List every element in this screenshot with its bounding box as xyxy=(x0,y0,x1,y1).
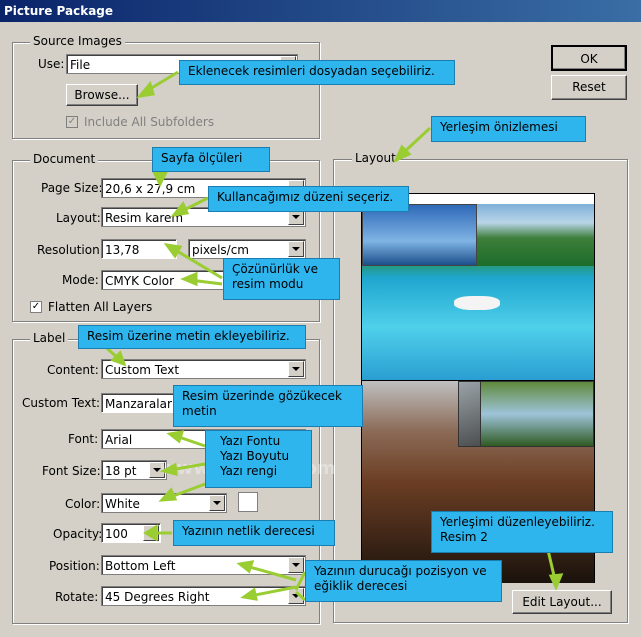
chevron-down-icon[interactable] xyxy=(288,588,304,604)
label-legend: Label xyxy=(30,331,69,345)
preview-image-small-top-left xyxy=(362,204,477,266)
callout-resolution-mode-line2: resim modu xyxy=(232,277,304,291)
preview-image-waterfall xyxy=(480,381,594,447)
rotate-label: Rotate: xyxy=(55,590,99,604)
layout-value: Resim karem xyxy=(105,211,184,225)
chevron-down-icon[interactable] xyxy=(209,495,225,511)
callout-font-line1: Yazı Fontu xyxy=(220,434,281,448)
window-title: Picture Package xyxy=(0,0,641,22)
position-value: Bottom Left xyxy=(105,559,176,573)
content-label: Content: xyxy=(47,363,99,377)
callout-custom-text-line2: metin xyxy=(182,404,217,418)
position-select[interactable]: Bottom Left xyxy=(101,555,306,575)
resolution-label: Resolution: xyxy=(37,243,104,257)
callout-opacity: Yazının netlik derecesi xyxy=(173,520,335,546)
opacity-value: 100 xyxy=(105,527,128,541)
font-value: Arial xyxy=(105,433,133,447)
callout-layout-preview: Yerleşim önizlemesi xyxy=(431,116,586,142)
callout-edit-layout-line1: Yerleşimi düzenleyebiliriz. xyxy=(440,515,595,529)
callout-source-images: Eklenecek resimleri dosyadan seçebiliriz… xyxy=(179,60,455,85)
callout-layout-select: Kullancağımız düzeni seçeriz. xyxy=(208,186,409,212)
chevron-down-icon[interactable] xyxy=(288,361,304,377)
preview-image-small-top-right xyxy=(477,204,594,266)
ok-button[interactable]: OK xyxy=(551,45,627,71)
mode-label: Mode: xyxy=(62,273,99,287)
resolution-unit-select[interactable]: pixels/cm xyxy=(188,239,306,259)
callout-edit-layout: Yerleşimi düzenleyebiliriz. Resim 2 xyxy=(431,511,613,553)
custom-text-label: Custom Text: xyxy=(22,396,101,410)
position-label: Position: xyxy=(49,559,100,573)
reset-button[interactable]: Reset xyxy=(551,75,627,100)
callout-page-size: Sayfa ölçüleri xyxy=(152,147,270,172)
font-size-value: 18 pt xyxy=(105,464,137,478)
font-size-select[interactable]: 18 pt xyxy=(101,460,167,480)
resolution-unit-value: pixels/cm xyxy=(192,243,249,257)
preview-boat xyxy=(454,296,500,310)
callout-position-rotate-line2: eğiklik derecesi xyxy=(314,579,408,593)
use-value: File xyxy=(70,58,91,72)
content-select[interactable]: Custom Text xyxy=(101,359,306,379)
rotate-value: 45 Degrees Right xyxy=(105,590,210,604)
color-value: White xyxy=(105,497,140,511)
flatten-layers-label: Flatten All Layers xyxy=(48,300,153,314)
opacity-input[interactable]: 100 xyxy=(101,523,161,543)
flatten-layers-checkbox[interactable]: ✓ xyxy=(30,301,42,313)
callout-custom-text: Resim üzerinde gözükecek metin xyxy=(173,385,363,427)
resolution-input[interactable]: 13,78 xyxy=(101,239,177,259)
callout-position-rotate-line1: Yazının durucağı pozisyon ve xyxy=(314,564,487,578)
callout-position-rotate: Yazının durucağı pozisyon ve eğiklik der… xyxy=(305,560,502,602)
chevron-down-icon[interactable] xyxy=(143,525,159,541)
font-size-label: Font Size: xyxy=(42,464,101,478)
color-label: Color: xyxy=(65,497,101,511)
layout-label: Layout: xyxy=(56,211,101,225)
source-images-legend: Source Images xyxy=(30,34,125,48)
include-subfolders-label: Include All Subfolders xyxy=(84,115,215,129)
layout-legend: Layout xyxy=(352,151,399,165)
callout-font-line3: Yazı rengi xyxy=(220,464,278,478)
page-size-label: Page Size: xyxy=(41,181,103,195)
callout-resolution-mode-line1: Çözünürlük ve xyxy=(232,262,318,276)
callout-edit-layout-line2: Resim 2 xyxy=(440,530,488,544)
chevron-down-icon[interactable] xyxy=(288,557,304,573)
browse-button[interactable]: Browse... xyxy=(66,84,138,106)
opacity-label: Opacity: xyxy=(53,527,103,541)
callout-content: Resim üzerine metin ekleyebiliriz. xyxy=(78,325,306,349)
chevron-down-icon[interactable] xyxy=(288,241,304,257)
edit-layout-button[interactable]: Edit Layout... xyxy=(512,590,612,614)
preview-image-lagoon xyxy=(362,204,594,380)
callout-custom-text-line1: Resim üzerinde gözükecek xyxy=(182,389,342,403)
color-select[interactable]: White xyxy=(101,493,227,513)
rotate-select[interactable]: 45 Degrees Right xyxy=(101,586,306,606)
page-size-value: 20,6 x 27,9 cm xyxy=(105,182,196,196)
callout-resolution-mode: Çözünürlük ve resim modu xyxy=(223,258,340,300)
font-label: Font: xyxy=(68,432,99,446)
include-subfolders-checkbox[interactable]: ✓ xyxy=(66,116,78,128)
mode-value: CMYK Color xyxy=(105,274,175,288)
content-value: Custom Text xyxy=(105,363,180,377)
use-label: Use: xyxy=(38,57,65,71)
document-legend: Document xyxy=(30,152,99,166)
color-swatch[interactable] xyxy=(238,492,258,512)
callout-font-line2: Yazı Boyutu xyxy=(220,449,290,463)
callout-font: Yazı Fontu Yazı Boyutu Yazı rengi xyxy=(205,430,312,488)
